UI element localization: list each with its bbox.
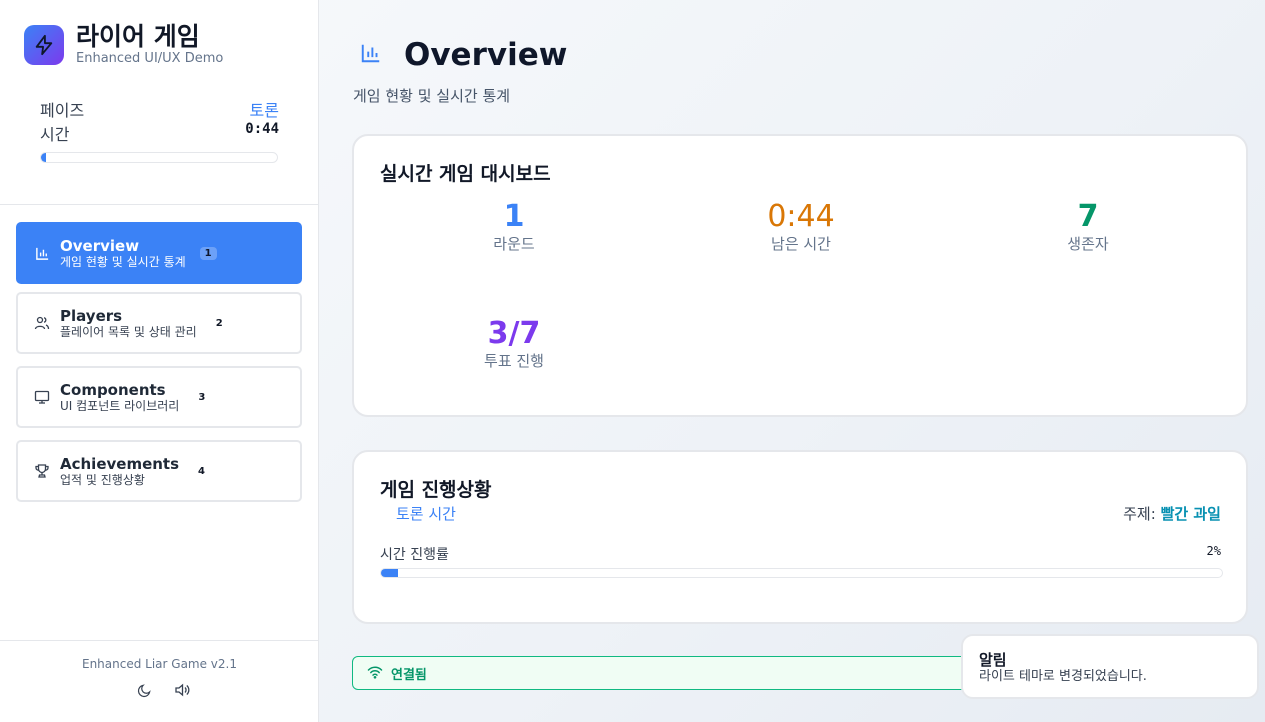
time-label: 시간 bbox=[40, 125, 70, 144]
stat-label: 생존자 bbox=[1067, 235, 1109, 253]
nav-title: Overview bbox=[60, 236, 140, 255]
stat-value: 3/7 bbox=[487, 316, 541, 351]
nav-desc: 플레이어 목록 및 상태 관리 bbox=[60, 324, 197, 339]
topic: 주제: 빨간 과일 bbox=[1123, 503, 1221, 524]
nav-badge: 4 bbox=[198, 465, 205, 477]
topic-value: 빨간 과일 bbox=[1160, 505, 1221, 523]
time-progress-bar bbox=[380, 568, 1223, 578]
nav-title: Players bbox=[60, 306, 123, 325]
nav-desc: 업적 및 진행상황 bbox=[60, 472, 145, 487]
sidebar: 라이어 게임 Enhanced UI/UX Demo 페이즈 토론 시간 0:4… bbox=[0, 0, 319, 722]
toast-message: 라이트 테마로 변경되었습니다. bbox=[979, 669, 1147, 684]
notification-toast[interactable]: 알림 라이트 테마로 변경되었습니다. bbox=[961, 634, 1259, 699]
phase-row: 페이즈 토론 bbox=[40, 97, 279, 121]
app-title: 라이어 게임 bbox=[76, 22, 200, 51]
stat-value: 1 bbox=[503, 199, 525, 234]
stat-value: 7 bbox=[1077, 199, 1099, 234]
trophy-icon bbox=[34, 463, 50, 479]
footer-controls bbox=[135, 681, 191, 699]
users-icon bbox=[34, 315, 50, 331]
phase-badge: 토론 시간 bbox=[396, 505, 456, 523]
divider bbox=[0, 640, 319, 641]
bar-chart-icon bbox=[34, 245, 50, 261]
stat-vote-progress: 3/7 투표 진행 bbox=[414, 317, 614, 371]
stat-value: 0:44 bbox=[767, 199, 835, 234]
progress-title: 게임 진행상황 bbox=[380, 479, 492, 501]
version-text: Enhanced Liar Game v2.1 bbox=[81, 657, 237, 671]
nav-item-components[interactable]: Components UI 컴포넌트 라이브러리 3 bbox=[16, 366, 302, 428]
lightning-icon bbox=[24, 24, 64, 65]
app-subtitle: Enhanced UI/UX Demo bbox=[76, 51, 224, 66]
game-progress-card: 게임 진행상황 토론 시간 주제: 빨간 과일 시간 진행률 2% bbox=[352, 450, 1248, 624]
brand: 라이어 게임 Enhanced UI/UX Demo bbox=[24, 23, 223, 66]
stat-label: 투표 진행 bbox=[484, 352, 544, 370]
dashboard-card: 실시간 게임 대시보드 1 라운드 0:44 남은 시간 7 생존자 3/7 투… bbox=[352, 134, 1248, 417]
phase-progress-fill bbox=[41, 153, 46, 162]
connection-status: 연결됨 bbox=[352, 656, 972, 690]
bar-chart-icon bbox=[360, 42, 382, 68]
nav-title: Components bbox=[60, 380, 166, 399]
nav-item-overview[interactable]: Overview 게임 현황 및 실시간 통계 1 bbox=[16, 222, 302, 284]
page-header: Overview bbox=[360, 37, 567, 73]
moon-icon[interactable] bbox=[135, 681, 153, 699]
nav-badge: 1 bbox=[199, 246, 217, 260]
wifi-icon bbox=[367, 664, 383, 683]
dashboard-title: 실시간 게임 대시보드 bbox=[380, 163, 551, 185]
stat-label: 라운드 bbox=[493, 235, 535, 253]
time-progress-fill bbox=[381, 569, 398, 577]
time-progress-label: 시간 진행률 bbox=[380, 547, 449, 563]
stat-round: 1 라운드 bbox=[414, 200, 614, 254]
nav-badge: 3 bbox=[198, 391, 206, 403]
nav-item-players[interactable]: Players 플레이어 목록 및 상태 관리 2 bbox=[16, 292, 302, 354]
nav-title: Achievements bbox=[60, 454, 180, 473]
nav-desc: UI 컴포넌트 라이브러리 bbox=[60, 398, 180, 413]
phase-value: 토론 bbox=[249, 101, 279, 120]
time-value: 0:44 bbox=[245, 121, 279, 137]
monitor-icon bbox=[34, 389, 50, 405]
topic-label: 주제: bbox=[1123, 505, 1156, 523]
page-title: Overview bbox=[404, 37, 568, 73]
stat-remaining-time: 0:44 남은 시간 bbox=[701, 200, 901, 254]
phase-label: 페이즈 bbox=[40, 101, 85, 120]
toast-title: 알림 bbox=[979, 651, 1007, 669]
page-subtitle: 게임 현황 및 실시간 통계 bbox=[353, 87, 511, 105]
time-progress-percent: 2% bbox=[1206, 544, 1221, 558]
nav-item-achievements[interactable]: Achievements 업적 및 진행상황 4 bbox=[16, 440, 302, 502]
time-row: 시간 0:44 bbox=[40, 121, 279, 145]
divider bbox=[0, 204, 319, 205]
phase-progress-bar bbox=[40, 152, 278, 163]
stat-survivors: 7 생존자 bbox=[988, 200, 1188, 254]
connection-label: 연결됨 bbox=[391, 667, 427, 683]
nav-desc: 게임 현황 및 실시간 통계 bbox=[60, 254, 186, 269]
stat-label: 남은 시간 bbox=[771, 235, 831, 253]
volume-icon[interactable] bbox=[173, 681, 191, 699]
nav-badge: 2 bbox=[215, 317, 223, 329]
